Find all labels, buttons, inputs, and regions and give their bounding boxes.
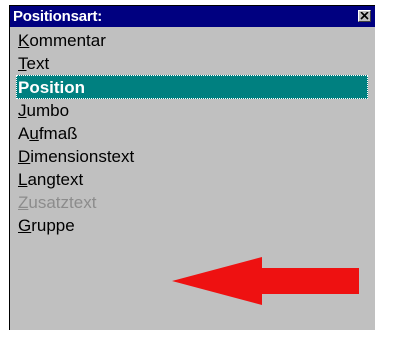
- hotkey-letter: u: [29, 124, 39, 143]
- item-label: ext: [26, 54, 50, 73]
- list-item-zusatztext: Zusatztext: [16, 192, 368, 214]
- item-label: Position: [18, 78, 86, 97]
- title-bar[interactable]: Positionsart:: [10, 6, 375, 27]
- list-item-gruppe[interactable]: Gruppe: [16, 215, 368, 237]
- list-item-kommentar[interactable]: Kommentar: [16, 30, 368, 52]
- hotkey-letter: G: [18, 216, 32, 235]
- item-label: umbo: [26, 101, 70, 120]
- hotkey-letter: K: [18, 31, 30, 50]
- item-label: angtext: [27, 170, 84, 189]
- hotkey-letter: D: [18, 147, 31, 166]
- hotkey-letter: Z: [18, 193, 29, 212]
- list-item-text[interactable]: Text: [16, 53, 368, 75]
- close-button[interactable]: [358, 10, 371, 22]
- item-label: usatztext: [28, 193, 97, 212]
- list-item-langtext[interactable]: Langtext: [16, 169, 368, 191]
- hotkey-letter: J: [18, 101, 27, 120]
- window-title: Positionsart:: [13, 8, 103, 25]
- list-item-position[interactable]: Position: [16, 75, 368, 99]
- red-arrow-left-icon: [172, 257, 359, 305]
- hotkey-letter: T: [18, 54, 27, 73]
- item-label: imensionstext: [30, 147, 135, 166]
- close-icon: [360, 12, 369, 20]
- item-label-prefix: A: [18, 124, 30, 143]
- list-item-dimensionstext[interactable]: Dimensionstext: [16, 146, 368, 168]
- list-item-aufmass[interactable]: Aufmaß: [16, 123, 368, 145]
- item-label: ruppe: [31, 216, 75, 235]
- item-label: ommentar: [29, 31, 106, 50]
- list-item-jumbo[interactable]: Jumbo: [16, 100, 368, 122]
- item-label: fmaß: [38, 124, 78, 143]
